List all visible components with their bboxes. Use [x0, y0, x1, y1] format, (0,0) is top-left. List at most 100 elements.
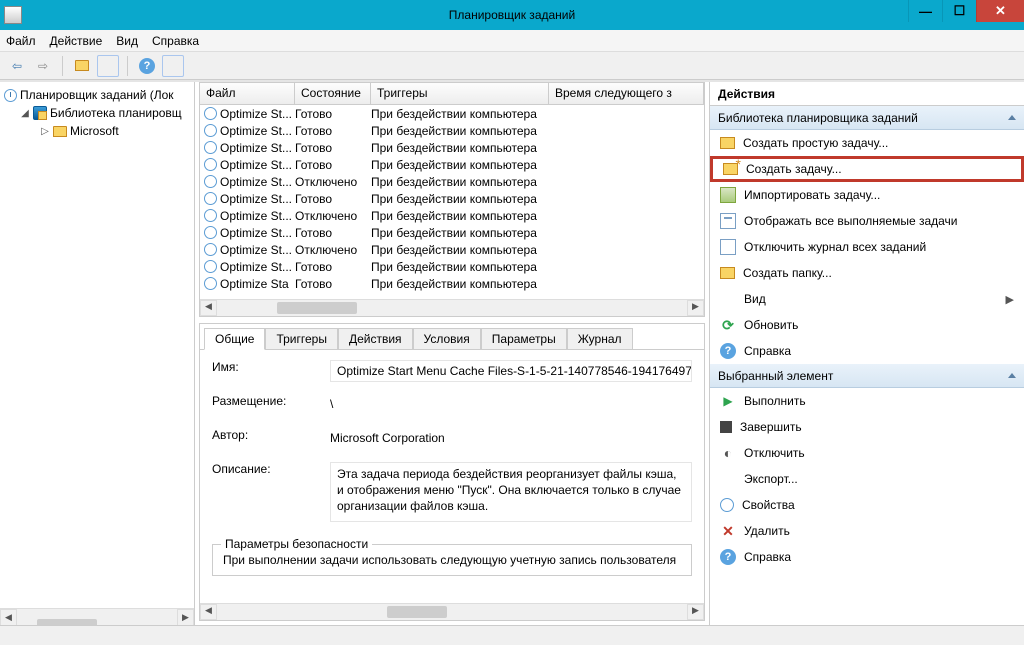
action-disable-history[interactable]: Отключить журнал всех заданий	[710, 234, 1024, 260]
action-properties[interactable]: Свойства	[710, 492, 1024, 518]
tab-conditions[interactable]: Условия	[413, 328, 481, 349]
scroll-thumb[interactable]	[387, 606, 447, 618]
action-create-folder[interactable]: Создать папку...	[710, 260, 1024, 286]
task-trigger: При бездействии компьютера	[371, 175, 549, 189]
action-end[interactable]: Завершить	[710, 414, 1024, 440]
tree-hscroll[interactable]: ◀ ▶	[0, 608, 194, 625]
tab-triggers[interactable]: Триггеры	[265, 328, 338, 349]
action-label: Свойства	[742, 498, 795, 512]
menu-action[interactable]: Действие	[50, 34, 103, 48]
tree-microsoft-node[interactable]: ▷ Microsoft	[40, 122, 190, 140]
scroll-left-icon[interactable]: ◀	[200, 300, 217, 316]
tree-library-node[interactable]: ◢ Библиотека планировщ	[20, 104, 190, 122]
action-label: Отключить журнал всех заданий	[744, 240, 926, 254]
minimize-button[interactable]: —	[908, 0, 942, 22]
task-row[interactable]: Optimize StaГотовоПри бездействии компью…	[200, 275, 704, 292]
col-file[interactable]: Файл	[200, 83, 295, 104]
menu-help[interactable]: Справка	[152, 34, 199, 48]
action-disable[interactable]: ◐ Отключить	[710, 440, 1024, 466]
expander-icon[interactable]: ◢	[20, 108, 30, 119]
display-icon	[720, 213, 736, 229]
scroll-right-icon[interactable]: ▶	[687, 300, 704, 316]
task-trigger: При бездействии компьютера	[371, 158, 549, 172]
tab-general[interactable]: Общие	[204, 328, 265, 350]
tab-settings[interactable]: Параметры	[481, 328, 567, 349]
task-trigger: При бездействии компьютера	[371, 277, 549, 291]
task-row[interactable]: Optimize St...ГотовоПри бездействии комп…	[200, 122, 704, 139]
name-value[interactable]: Optimize Start Menu Cache Files-S-1-5-21…	[330, 360, 692, 382]
col-next[interactable]: Время следующего з	[549, 83, 704, 104]
action-refresh[interactable]: ⟳ Обновить	[710, 312, 1024, 338]
action-import-task[interactable]: Импортировать задачу...	[710, 182, 1024, 208]
action-export[interactable]: Экспорт...	[710, 466, 1024, 492]
details-body: Имя: Optimize Start Menu Cache Files-S-1…	[200, 350, 704, 603]
actions-pane-button[interactable]	[162, 55, 184, 77]
task-clock-icon	[204, 107, 217, 120]
task-clock-icon	[204, 209, 217, 222]
action-run[interactable]: ▶ Выполнить	[710, 388, 1024, 414]
folder-up-button[interactable]	[71, 55, 93, 77]
task-state: Готово	[295, 192, 371, 206]
close-button[interactable]: ✕	[976, 0, 1024, 22]
task-row[interactable]: Optimize St...ГотовоПри бездействии комп…	[200, 190, 704, 207]
tab-actions[interactable]: Действия	[338, 328, 413, 349]
action-create-task[interactable]: Создать задачу...	[710, 156, 1024, 182]
task-row[interactable]: Optimize St...ГотовоПри бездействии комп…	[200, 156, 704, 173]
action-show-running[interactable]: Отображать все выполняемые задачи	[710, 208, 1024, 234]
properties-pane-button[interactable]	[97, 55, 119, 77]
action-help[interactable]: ? Справка	[710, 338, 1024, 364]
view-icon	[720, 291, 736, 307]
scroll-right-icon[interactable]: ▶	[687, 604, 704, 620]
action-create-basic-task[interactable]: Создать простую задачу...	[710, 130, 1024, 156]
task-trigger: При бездействии компьютера	[371, 141, 549, 155]
tree-microsoft-label: Microsoft	[70, 124, 119, 138]
scroll-thumb[interactable]	[37, 619, 97, 625]
forward-arrow-icon: ⇨	[38, 59, 48, 73]
col-state[interactable]: Состояние	[295, 83, 371, 104]
action-delete[interactable]: ✕ Удалить	[710, 518, 1024, 544]
task-state: Готово	[295, 124, 371, 138]
description-value[interactable]: Эта задача периода бездействия реорганиз…	[330, 462, 692, 522]
tab-history[interactable]: Журнал	[567, 328, 633, 349]
task-row[interactable]: Optimize St...ОтключеноПри бездействии к…	[200, 207, 704, 224]
name-label: Имя:	[212, 360, 322, 382]
task-row[interactable]: Optimize St...ГотовоПри бездействии комп…	[200, 258, 704, 275]
action-label: Отображать все выполняемые задачи	[744, 214, 958, 228]
scroll-right-icon[interactable]: ▶	[177, 609, 194, 626]
tab-strip: Общие Триггеры Действия Условия Параметр…	[200, 324, 704, 350]
actions-section-library[interactable]: Библиотека планировщика заданий	[710, 106, 1024, 130]
task-row[interactable]: Optimize St...ГотовоПри бездействии комп…	[200, 139, 704, 156]
task-row[interactable]: Optimize St...ГотовоПри бездействии комп…	[200, 224, 704, 241]
task-file: Optimize St...	[220, 243, 292, 257]
action-view[interactable]: Вид ▶	[710, 286, 1024, 312]
main-area: Планировщик заданий (Лок ◢ Библиотека пл…	[0, 80, 1024, 625]
actions-section-selected[interactable]: Выбранный элемент	[710, 364, 1024, 388]
task-clock-icon	[204, 124, 217, 137]
maximize-button[interactable]: ☐	[942, 0, 976, 22]
details-hscroll[interactable]: ◀ ▶	[200, 603, 704, 620]
task-row[interactable]: Optimize St...ОтключеноПри бездействии к…	[200, 173, 704, 190]
back-button[interactable]: ⇦	[6, 55, 28, 77]
action-label: Вид	[744, 292, 766, 306]
forward-button[interactable]: ⇨	[32, 55, 54, 77]
tree-root-node[interactable]: Планировщик заданий (Лок	[4, 86, 190, 104]
task-row[interactable]: Optimize St...ОтключеноПри бездействии к…	[200, 241, 704, 258]
tasks-header: Файл Состояние Триггеры Время следующего…	[200, 83, 704, 105]
scroll-thumb[interactable]	[277, 302, 357, 314]
col-triggers[interactable]: Триггеры	[371, 83, 549, 104]
task-file: Optimize St...	[220, 107, 292, 121]
scroll-left-icon[interactable]: ◀	[0, 609, 17, 626]
expander-icon[interactable]: ▷	[40, 126, 50, 137]
location-value: \	[330, 394, 692, 416]
create-task-icon	[723, 163, 738, 175]
tasks-hscroll[interactable]: ◀ ▶	[200, 299, 704, 316]
stop-icon	[720, 421, 732, 433]
action-help-2[interactable]: ? Справка	[710, 544, 1024, 570]
help-button[interactable]: ?	[136, 55, 158, 77]
menu-file[interactable]: Файл	[6, 34, 36, 48]
menu-view[interactable]: Вид	[116, 34, 138, 48]
action-label: Выполнить	[744, 394, 806, 408]
task-row[interactable]: Optimize St...ГотовоПри бездействии комп…	[200, 105, 704, 122]
scroll-left-icon[interactable]: ◀	[200, 604, 217, 620]
task-file: Optimize St...	[220, 124, 292, 138]
